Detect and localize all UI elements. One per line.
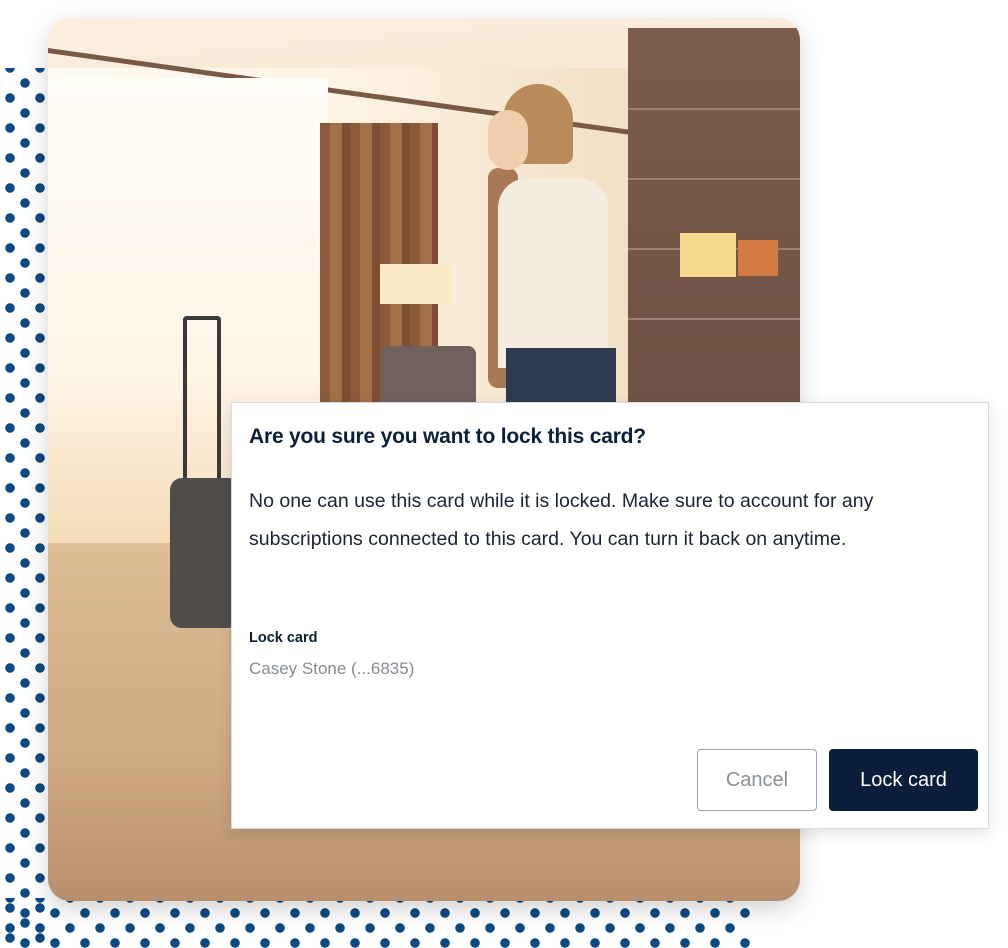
photo-floor-lamp [380,264,452,304]
lock-card-button[interactable]: Lock card [829,749,978,811]
dialog-body-text: No one can use this card while it is loc… [249,490,874,550]
photo-panel-line [628,178,800,180]
photo-wall-lamp [680,233,736,277]
lock-card-dialog: Are you sure you want to lock this card?… [231,402,989,829]
photo-suitcase [170,478,240,628]
photo-person-face [488,110,528,170]
card-holder-value: Casey Stone (...6835) [249,659,415,678]
photo-suitcase-handle [183,316,221,490]
photo-panel-line [628,108,800,110]
dot-pattern-left [0,68,48,948]
dot-pattern-bottom [0,898,752,948]
photo-wall-lamp [738,240,778,276]
photo-wall-panel [628,28,800,408]
photo-person-body [498,178,608,368]
cancel-button[interactable]: Cancel [697,749,817,811]
dialog-title: Are you sure you want to lock this card? [249,425,646,448]
photo-person-skirt [506,348,616,408]
lock-card-label: Lock card [249,630,318,646]
photo-panel-line [628,318,800,320]
